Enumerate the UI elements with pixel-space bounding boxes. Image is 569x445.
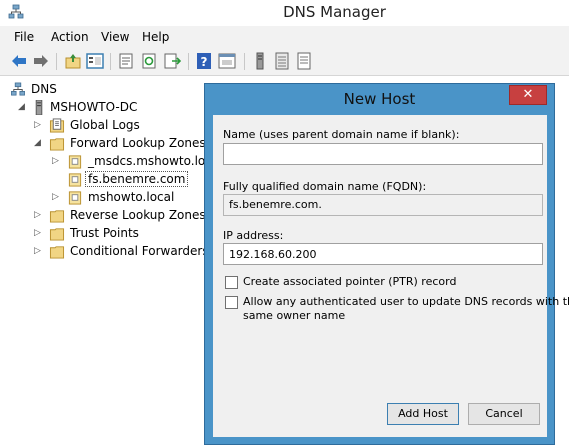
fqdn-field: fs.benemre.com.	[223, 194, 543, 216]
toolbar-separator	[56, 53, 57, 70]
dialog-body: Name (uses parent domain name if blank):…	[213, 115, 569, 437]
allow-update-checkbox[interactable]	[225, 296, 238, 309]
expand-arrow-icon[interactable]: ▷	[34, 246, 41, 256]
back-arrow-icon[interactable]	[10, 52, 28, 70]
forward-arrow-icon[interactable]	[32, 52, 50, 70]
ip-address-label: IP address:	[223, 229, 284, 242]
menu-view[interactable]: View	[101, 30, 129, 44]
expand-arrow-icon[interactable]: ▷	[34, 228, 41, 238]
menu-file[interactable]: File	[14, 30, 34, 44]
show-pane-icon[interactable]	[218, 52, 236, 70]
dialog-title: New Host	[343, 90, 416, 108]
cancel-button[interactable]: Cancel	[468, 403, 540, 425]
properties-icon[interactable]	[117, 52, 135, 70]
tree-item-label: Forward Lookup Zones	[70, 136, 206, 150]
folder-icon	[49, 138, 65, 151]
window-title: DNS Manager	[283, 3, 386, 21]
show-hide-tree-icon[interactable]	[86, 52, 104, 70]
folder-icon	[49, 210, 65, 223]
tree-item-label: Global Logs	[70, 118, 140, 132]
refresh-icon[interactable]	[140, 52, 158, 70]
add-host-button[interactable]: Add Host	[387, 403, 459, 425]
folder-icon	[49, 246, 65, 259]
zone-icon	[68, 155, 82, 169]
toolbar-separator	[110, 53, 111, 70]
name-label: Name (uses parent domain name if blank):	[223, 128, 460, 141]
record-list-icon[interactable]	[295, 52, 313, 70]
tree-item-conditional-forwarders[interactable]: ▷ Conditional Forwarders	[34, 243, 209, 261]
server-icon[interactable]	[251, 52, 269, 70]
tree-item-label: MSHOWTO-DC	[50, 100, 138, 114]
allow-update-label-line1: Allow any authenticated user to update D…	[243, 295, 569, 308]
dns-icon	[11, 82, 25, 96]
help-icon[interactable]: ?	[195, 52, 213, 70]
tree-item-zone-msdcs[interactable]: ▷ _msdcs.mshowto.loc	[52, 153, 212, 171]
menu-help[interactable]: Help	[142, 30, 169, 44]
new-host-dialog: New Host ✕ Name (uses parent domain name…	[204, 83, 569, 445]
tree-item-global-logs[interactable]: ▷ Global Logs	[34, 117, 204, 135]
tree-item-label: Reverse Lookup Zones	[70, 208, 206, 222]
tree-item-dns[interactable]: DNS	[10, 81, 200, 99]
menu-action[interactable]: Action	[51, 30, 89, 44]
allow-update-label-line2: same owner name	[243, 309, 346, 322]
tree-item-label: _msdcs.mshowto.loc	[88, 154, 212, 168]
tree-item-label: Conditional Forwarders	[70, 244, 209, 258]
svg-text:?: ?	[201, 55, 208, 69]
console-tree: DNS ◢ MSHOWTO-DC ▷ Global Logs ◢ Forward…	[0, 77, 212, 445]
toolbar: ?	[0, 48, 569, 76]
tree-item-zone-fs[interactable]: fs.benemre.com	[52, 171, 204, 189]
tree-item-forward-lookup-zones[interactable]: ◢ Forward Lookup Zones	[34, 135, 206, 153]
zone-icon	[68, 191, 82, 205]
expand-arrow-icon[interactable]: ▷	[52, 192, 59, 202]
up-folder-icon[interactable]	[64, 52, 82, 70]
tree-item-label: DNS	[31, 82, 57, 96]
menu-bar: File Action View Help	[0, 26, 569, 48]
export-list-icon[interactable]	[163, 52, 181, 70]
ip-address-field[interactable]	[223, 243, 543, 265]
close-button[interactable]: ✕	[509, 85, 547, 105]
toolbar-separator	[188, 53, 189, 70]
logs-folder-icon	[49, 118, 65, 133]
toolbar-separator	[244, 53, 245, 70]
collapse-arrow-icon[interactable]: ◢	[34, 138, 41, 148]
tree-item-reverse-lookup-zones[interactable]: ▷ Reverse Lookup Zones	[34, 207, 206, 225]
collapse-arrow-icon[interactable]: ◢	[18, 102, 25, 112]
tree-item-server[interactable]: ◢ MSHOWTO-DC	[18, 99, 203, 117]
expand-arrow-icon[interactable]: ▷	[34, 120, 41, 130]
fqdn-label: Fully qualified domain name (FQDN):	[223, 180, 427, 193]
tree-item-zone-mshowto[interactable]: ▷ mshowto.local	[52, 189, 204, 207]
name-field[interactable]	[223, 143, 543, 165]
tree-item-trust-points[interactable]: ▷ Trust Points	[34, 225, 204, 243]
ptr-record-checkbox[interactable]	[225, 276, 238, 289]
tree-item-label: mshowto.local	[88, 190, 175, 204]
server-icon	[35, 100, 43, 115]
ptr-record-label: Create associated pointer (PTR) record	[243, 275, 457, 288]
zone-list-icon[interactable]	[273, 52, 291, 70]
title-bar: DNS Manager	[0, 0, 569, 26]
tree-item-label: fs.benemre.com	[85, 171, 189, 187]
folder-icon	[49, 228, 65, 241]
expand-arrow-icon[interactable]: ▷	[52, 156, 59, 166]
expand-arrow-icon[interactable]: ▷	[34, 210, 41, 220]
zone-icon	[68, 173, 82, 187]
tree-item-label: Trust Points	[70, 226, 139, 240]
